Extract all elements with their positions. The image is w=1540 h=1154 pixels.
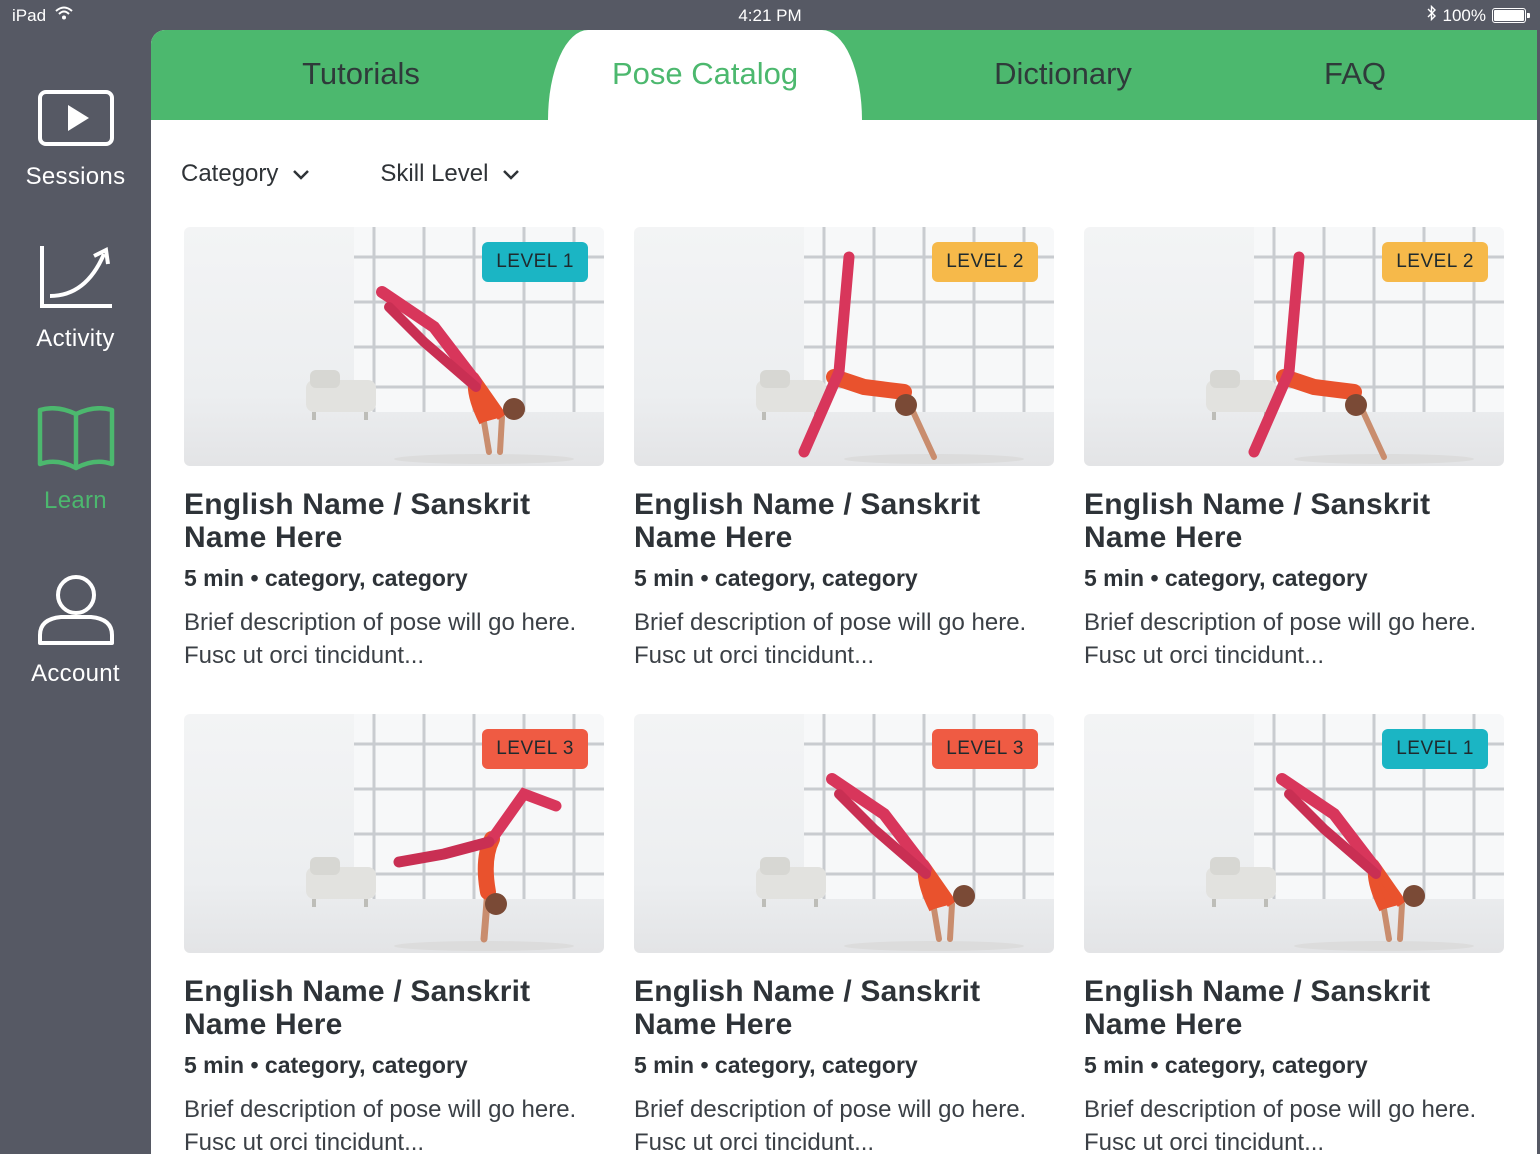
status-right: 100% (1427, 4, 1530, 26)
category-dropdown[interactable]: Category (181, 160, 310, 188)
status-bar: iPad 4:21 PM 100% (0, 0, 1540, 30)
pose-description: Brief description of pose will go here. … (1084, 609, 1477, 669)
pose-image: LEVEL 1 (184, 227, 604, 466)
sidebar-item-label: Learn (44, 487, 107, 514)
sidebar-item-label: Activity (36, 325, 115, 352)
pose-card[interactable]: LEVEL 3 English Name / Sanskrit Name Here… (634, 714, 1054, 1154)
sidebar-item-label: Sessions (25, 163, 126, 190)
bluetooth-icon (1427, 4, 1437, 26)
pose-meta: 5 min • category, category (1084, 565, 1368, 591)
pose-meta: 5 min • category, category (1084, 1052, 1368, 1078)
battery-fill (1494, 10, 1524, 21)
pose-title: English Name / Sanskrit Name Here (1084, 975, 1431, 1041)
level-badge: LEVEL 2 (932, 242, 1038, 282)
pose-image: LEVEL 2 (1084, 227, 1504, 466)
level-badge: LEVEL 3 (482, 729, 588, 769)
battery-icon (1492, 8, 1530, 23)
pose-title: English Name / Sanskrit Name Here (184, 975, 531, 1041)
play-icon (0, 90, 151, 155)
skill-level-dropdown[interactable]: Skill Level (380, 160, 520, 188)
skill-level-dropdown-label: Skill Level (380, 160, 489, 187)
level-badge: LEVEL 3 (932, 729, 1038, 769)
pose-card[interactable]: LEVEL 2 English Name / Sanskrit Name Here… (634, 227, 1054, 672)
pose-title: English Name / Sanskrit Name Here (634, 488, 981, 554)
sidebar: Sessions Activity Learn Account (0, 30, 151, 1154)
status-left: iPad (12, 5, 74, 26)
sidebar-item-learn[interactable]: Learn (0, 405, 151, 515)
pose-image: LEVEL 3 (634, 714, 1054, 953)
chevron-down-icon (292, 160, 310, 188)
tab-faq[interactable]: FAQ (1265, 30, 1445, 120)
pose-card[interactable]: LEVEL 3 English Name / Sanskrit Name Here… (184, 714, 604, 1154)
pose-description: Brief description of pose will go here. … (184, 1096, 577, 1154)
pose-description: Brief description of pose will go here. … (1084, 1096, 1477, 1154)
sidebar-item-activity[interactable]: Activity (0, 244, 151, 353)
pose-description: Brief description of pose will go here. … (184, 609, 577, 669)
level-badge: LEVEL 1 (1382, 729, 1488, 769)
sidebar-item-label: Account (31, 660, 120, 687)
pose-image: LEVEL 3 (184, 714, 604, 953)
tab-tutorials[interactable]: Tutorials (211, 30, 511, 120)
person-icon (0, 573, 151, 652)
pose-image: LEVEL 2 (634, 227, 1054, 466)
battery-percent: 100% (1442, 5, 1486, 25)
pose-image: LEVEL 1 (1084, 714, 1504, 953)
pose-meta: 5 min • category, category (634, 565, 918, 591)
pose-card[interactable]: LEVEL 1 English Name / Sanskrit Name Here… (1084, 714, 1504, 1154)
pose-meta: 5 min • category, category (184, 565, 468, 591)
chart-icon (0, 244, 151, 317)
pose-meta: 5 min • category, category (634, 1052, 918, 1078)
pose-description: Brief description of pose will go here. … (634, 1096, 1027, 1154)
tab-dictionary[interactable]: Dictionary (913, 30, 1213, 120)
main-panel: Tutorials Pose Catalog Dictionary FAQ Ca… (151, 30, 1537, 1154)
sidebar-item-sessions[interactable]: Sessions (0, 90, 151, 191)
tab-pose-catalog[interactable]: Pose Catalog (548, 30, 862, 120)
pose-card[interactable]: LEVEL 1 English Name / Sanskrit Name Here… (184, 227, 604, 672)
pose-card[interactable]: LEVEL 2 English Name / Sanskrit Name Here… (1084, 227, 1504, 672)
book-icon (0, 405, 151, 479)
pose-title: English Name / Sanskrit Name Here (184, 488, 531, 554)
pose-meta: 5 min • category, category (184, 1052, 468, 1078)
status-time: 4:21 PM (738, 6, 802, 25)
chevron-down-icon (502, 160, 520, 188)
pose-title: English Name / Sanskrit Name Here (634, 975, 981, 1041)
category-dropdown-label: Category (181, 160, 279, 187)
pose-title: English Name / Sanskrit Name Here (1084, 488, 1431, 554)
wifi-icon (54, 5, 74, 26)
level-badge: LEVEL 2 (1382, 242, 1488, 282)
sidebar-item-account[interactable]: Account (0, 573, 151, 688)
pose-description: Brief description of pose will go here. … (634, 609, 1027, 669)
device-name: iPad (12, 5, 47, 25)
filter-bar: Category Skill Level (181, 160, 520, 188)
tab-bar: Tutorials Pose Catalog Dictionary FAQ (151, 30, 1537, 120)
level-badge: LEVEL 1 (482, 242, 588, 282)
